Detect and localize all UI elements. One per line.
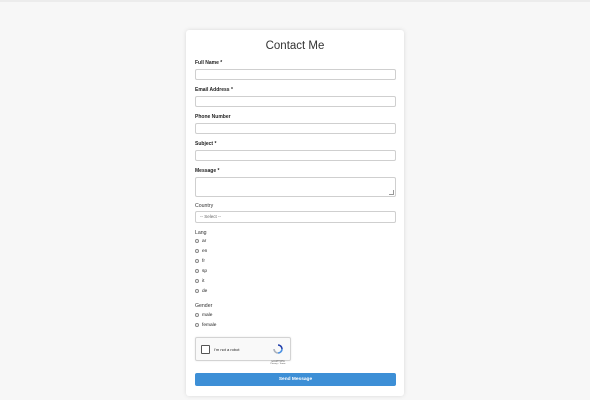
radio-icon[interactable] xyxy=(195,279,199,283)
message-textarea[interactable] xyxy=(195,177,396,197)
email-input[interactable] xyxy=(195,96,396,107)
contact-form-card: Contact Me Full Name * Email Address * P… xyxy=(186,30,404,396)
radio-icon[interactable] xyxy=(195,259,199,263)
lang-option-label: fr xyxy=(202,258,205,264)
lang-label: Lang xyxy=(195,230,207,236)
subject-input[interactable] xyxy=(195,150,396,161)
gender-option-label: male xyxy=(202,312,213,318)
form-title: Contact Me xyxy=(265,40,325,52)
radio-icon[interactable] xyxy=(195,289,199,293)
lang-option-en[interactable]: en xyxy=(195,247,207,255)
radio-icon[interactable] xyxy=(195,323,199,327)
recaptcha-checkbox[interactable] xyxy=(201,345,210,354)
lang-option-label: de xyxy=(202,288,208,294)
phone-input[interactable] xyxy=(195,123,396,134)
lang-option-it[interactable]: it xyxy=(195,277,204,285)
recaptcha-logo: reCAPTCHA Privacy - Terms xyxy=(270,341,286,365)
lang-option-de[interactable]: de xyxy=(195,287,207,295)
gender-option-female[interactable]: female xyxy=(195,321,216,329)
radio-icon[interactable] xyxy=(195,313,199,317)
lang-option-label: ar xyxy=(202,238,207,244)
lang-option-label: it xyxy=(202,278,205,284)
radio-icon[interactable] xyxy=(195,249,199,253)
lang-option-label: sp xyxy=(202,268,208,274)
message-label: Message * xyxy=(195,168,220,174)
country-select[interactable]: -- Select -- xyxy=(195,211,396,223)
radio-icon[interactable] xyxy=(195,239,199,243)
gender-label: Gender xyxy=(195,303,213,309)
lang-option-sp[interactable]: sp xyxy=(195,267,207,275)
resize-grip-icon[interactable] xyxy=(389,190,394,195)
gender-option-male[interactable]: male xyxy=(195,311,212,319)
recaptcha-label: I'm not a robot xyxy=(214,347,240,352)
lang-option-fr[interactable]: fr xyxy=(195,257,205,265)
full-name-label: Full Name * xyxy=(195,60,223,66)
send-message-button[interactable]: Send Message xyxy=(195,373,396,386)
email-label: Email Address * xyxy=(195,87,233,93)
gender-option-label: female xyxy=(202,322,217,328)
recaptcha-icon xyxy=(273,344,283,354)
subject-label: Subject * xyxy=(195,141,217,147)
recaptcha-widget: I'm not a robot reCAPTCHA Privacy - Term… xyxy=(195,337,291,365)
top-bar xyxy=(0,0,590,2)
country-label: Country xyxy=(195,203,214,209)
full-name-input[interactable] xyxy=(195,69,396,80)
phone-label: Phone Number xyxy=(195,114,231,120)
lang-option-label: en xyxy=(202,248,208,254)
recaptcha-terms[interactable]: Privacy - Terms xyxy=(270,363,286,365)
lang-option-ar[interactable]: ar xyxy=(195,237,206,245)
radio-icon[interactable] xyxy=(195,269,199,273)
